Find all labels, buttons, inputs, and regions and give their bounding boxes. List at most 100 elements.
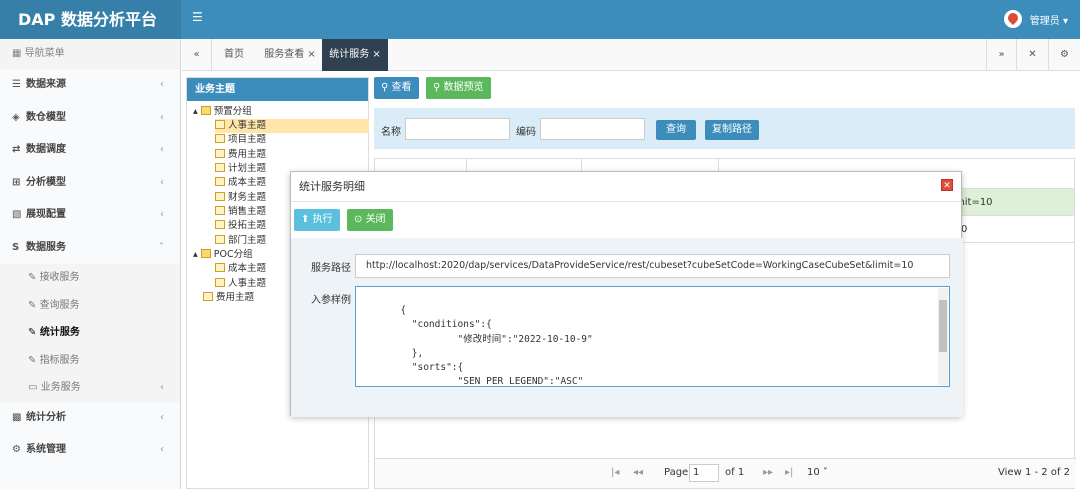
close-button[interactable]: ⊙ 关闭 [347,209,393,231]
data-preview-button[interactable]: ⚲ 数据预览 [426,77,491,99]
tree-node[interactable]: 部门主题 [215,234,266,248]
code-label: 编码 [516,127,536,138]
service-path-field[interactable]: http://localhost:2020/dap/services/DataP… [355,254,950,278]
tree-node[interactable]: 投拓主题 [215,219,266,233]
fullscreen-icon[interactable]: ✕ [1016,39,1048,71]
query-button[interactable]: 查询 [656,120,696,140]
code-input[interactable] [540,118,645,140]
folder-open-icon [200,249,211,258]
sidebar-item-display-config[interactable]: ▧ 展现配置 ‹ [0,199,180,232]
shuffle-icon: ⇄ [12,144,21,155]
tab-scroll-right-icon[interactable]: » [986,39,1016,71]
file-icon [215,220,225,229]
pen-icon: ✎ [28,299,40,311]
file-icon [215,120,225,129]
tree-group[interactable]: ▴ POC分组 [193,248,253,262]
sidebar-subitem-statistics[interactable]: ✎ 统计服务 [0,319,180,347]
database-icon: ☰ [12,79,21,90]
page-input[interactable]: 1 [689,464,719,482]
tree-node[interactable]: 财务主题 [215,191,266,205]
modal-title: 统计服务明细 [291,172,961,202]
last-page-icon[interactable]: ▸| [785,467,793,478]
gear-icon[interactable]: ⚙ [1048,39,1080,71]
menu-toggle-icon[interactable]: ☰ [192,10,203,24]
file-icon [215,191,225,201]
close-circle-icon: ⊙ [354,214,366,225]
sidebar-item-warehouse-model[interactable]: ◈ 数仓模型 ‹ [0,102,180,135]
tree-node[interactable]: 人事主题 [215,277,266,291]
close-icon: × [372,49,381,60]
service-path-label: 服务路径 [311,263,351,274]
pager: |◂ ◂◂ Page 1 of 1 ▸▸ ▸| 10 ˅ View 1 - 2 … [375,458,1076,488]
sidebar-subitem-query[interactable]: ✎ 查询服务 [0,291,180,320]
chevron-left-icon: ‹ [160,444,164,456]
scrollbar-thumb[interactable] [939,300,947,352]
user-menu[interactable]: 管理员 ▾ [1003,10,1068,28]
tree-title: 业务主题 [187,78,368,101]
param-text: { "conditions":{ "修改时间":"2022-10-10-9" }… [400,305,593,387]
tree-node[interactable]: 销售主题 [215,205,266,219]
name-label: 名称 [381,127,401,138]
tree-node[interactable]: 费用主题 [203,291,254,305]
modal-body: 服务路径 http://localhost:2020/dap/services/… [291,238,963,417]
tab-home[interactable]: 首页 [214,39,254,71]
arrow-up-icon: ⬆ [301,214,313,225]
copy-path-button[interactable]: 复制路径 [705,120,759,140]
scrollbar[interactable] [938,288,948,385]
param-example-textarea[interactable]: { "conditions":{ "修改时间":"2022-10-10-9" }… [355,286,950,387]
file-icon [215,234,225,244]
sidebar: ▦ 导航菜单 ☰ 数据来源 ‹ ◈ 数仓模型 ‹ ⇄ 数据调度 ‹ ⊞ 分析模型 ‹ ▧ 展现配置… [0,39,181,489]
tree-node[interactable]: 费用主题 [215,148,266,162]
close-icon[interactable]: ✕ [941,179,953,191]
sidebar-subitem-receive[interactable]: ✎ 接收服务 [0,264,180,292]
tree-node[interactable]: 人事主题 [215,119,369,133]
tab-scroll-left-icon[interactable]: « [182,39,212,71]
page-size-select[interactable]: 10 ˅ [807,467,828,478]
file-icon [215,163,225,172]
cubes-icon: ◈ [12,111,20,123]
view-count: View 1 - 2 of 2 [998,467,1070,478]
tab-service-view[interactable]: 服务查看 × [260,39,320,71]
pen-icon: ✎ [28,327,40,339]
sidebar-subitem-business[interactable]: ▭ 业务服务 ‹ [0,374,180,402]
chevron-left-icon: ‹ [160,209,164,220]
stat-service-modal: 统计服务明细 ✕ ⬆ 执行 ⊙ 关闭 服务路径 http://localhost… [290,171,963,417]
bar-chart-icon: ▩ [12,411,22,423]
first-page-icon[interactable]: |◂ [611,467,619,478]
tab-statistics-service[interactable]: 统计服务 × [322,39,388,71]
sidebar-subitem-indicator[interactable]: ✎ 指标服务 [0,346,180,375]
tree-node[interactable]: 计划主题 [215,162,266,176]
tree-group[interactable]: ▴ 预置分组 [193,105,252,119]
sidebar-item-system[interactable]: ⚙ 系统管理 ‹ [0,434,180,467]
sitemap-icon: ⊞ [12,176,21,188]
sidebar-item-scheduling[interactable]: ⇄ 数据调度 ‹ [0,134,180,167]
file-icon [215,277,225,287]
file-icon [215,263,225,272]
next-page-icon[interactable]: ▸▸ [763,467,773,478]
view-button[interactable]: ⚲ 查看 [374,77,419,99]
file-icon [215,148,225,158]
name-input[interactable] [405,118,510,140]
file-icon [215,177,225,186]
sidebar-item-data-source[interactable]: ☰ 数据来源 ‹ [0,69,180,102]
chevron-left-icon: ‹ [160,144,164,155]
tab-bar: « 首页 服务查看 × 统计服务 × » ✕ ⚙ [182,39,1080,71]
prev-page-icon[interactable]: ◂◂ [633,467,643,478]
file-icon [215,134,225,143]
app-title[interactable]: DAP 数据分析平台 [0,0,181,39]
sidebar-item-data-service[interactable]: S 数据服务 ˅ [0,232,180,265]
sidebar-item-stat-analysis[interactable]: ▩ 统计分析 ‹ [0,402,180,435]
folder-icon: ▭ [28,382,41,394]
tree-node[interactable]: 项目主题 [215,133,266,147]
grid-icon: ▦ [12,48,25,59]
sidebar-header: ▦ 导航菜单 [0,39,180,69]
sidebar-item-analysis-model[interactable]: ⊞ 分析模型 ‹ [0,167,180,200]
execute-button[interactable]: ⬆ 执行 [294,209,340,231]
chevron-left-icon: ‹ [160,176,164,188]
search-icon: ⚲ [433,82,444,93]
search-icon: ⚲ [381,82,392,93]
tree-node[interactable]: 成本主题 [215,262,266,276]
chevron-left-icon: ‹ [160,411,164,423]
tree-node[interactable]: 成本主题 [215,176,266,190]
page-count: of 1 [725,467,745,478]
